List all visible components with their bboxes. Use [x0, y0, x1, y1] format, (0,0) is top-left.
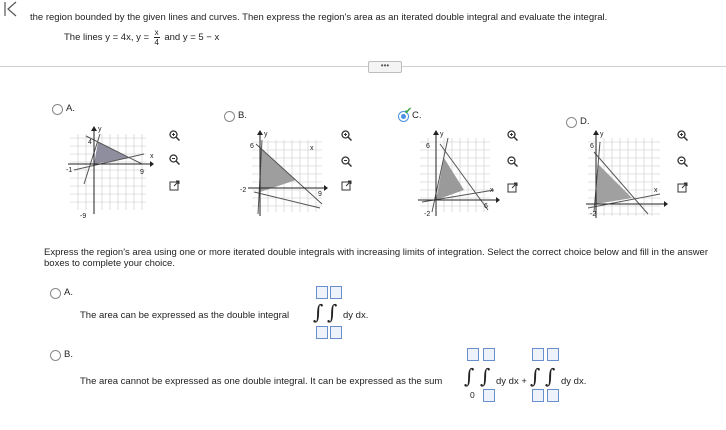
radio-answer-a[interactable] [50, 288, 61, 299]
section-divider [0, 66, 726, 67]
answer-b-first-differential: dy dx + [496, 376, 527, 387]
graph-c-x-label: x [490, 187, 494, 194]
option-c-label: C. [412, 110, 422, 121]
answer-a-differential: dy dx. [343, 310, 369, 321]
graph-c-y-label: y [440, 131, 444, 138]
graph-d-tick-y: 6 [590, 143, 594, 150]
zoom-out-icon[interactable] [677, 156, 689, 168]
integral-sign: ∫ [313, 300, 324, 324]
answer-b-first-inner-upper-box[interactable] [483, 348, 495, 361]
graph-a-x-label: x [150, 153, 154, 160]
graph-d-tick-bottom: -2 [590, 211, 596, 218]
graph-d-x-label: x [654, 187, 658, 194]
graph-b-y-label: y [264, 131, 268, 138]
radio-option-b[interactable] [224, 111, 235, 122]
graph-b-tick-neg: -2 [240, 187, 246, 194]
external-link-icon[interactable] [169, 180, 180, 191]
graph-a-tick-neg: -1 [66, 167, 72, 174]
zoom-in-icon[interactable] [677, 130, 689, 142]
answer-b-second-differential: dy dx. [561, 376, 587, 387]
graph-a-tick-y: 4 [88, 139, 92, 146]
answer-a-outer-upper-box[interactable] [316, 286, 328, 299]
graph-a-tick-x: 9 [140, 169, 144, 176]
fraction-numerator: x [153, 28, 160, 38]
region-a [94, 142, 130, 164]
integral-sign: ∫ [480, 364, 491, 388]
answer-b-first-outer-upper-box[interactable] [467, 348, 479, 361]
graph-b[interactable]: y x 6 9 -2 [232, 128, 332, 218]
chevron-left-icon [4, 1, 17, 17]
answer-b-first-inner-lower-box[interactable] [483, 389, 495, 402]
answer-a-outer-lower-box[interactable] [316, 326, 328, 339]
answer-b-second-inner-lower-box[interactable] [547, 389, 559, 402]
external-link-icon[interactable] [507, 182, 518, 193]
graph-a-y-label: y [98, 126, 102, 133]
answer-b-letter: B. [64, 349, 73, 360]
answer-a-inner-upper-box[interactable] [330, 286, 342, 299]
graph-a[interactable]: y x 4 9 -1 -9 [64, 124, 164, 220]
lines-prefix: The lines [64, 32, 103, 44]
radio-option-a[interactable] [52, 104, 63, 115]
radio-answer-b[interactable] [50, 350, 61, 361]
answer-a-letter: A. [64, 287, 73, 298]
fraction-denominator: 4 [154, 38, 159, 47]
answer-b-second-outer-upper-box[interactable] [532, 348, 544, 361]
graph-d-y-label: y [600, 131, 604, 138]
radio-option-d[interactable] [566, 117, 577, 128]
instructions-text: Express the region's area using one or m… [44, 247, 708, 269]
integral-sign: ∫ [545, 364, 556, 388]
option-a-label: A. [66, 103, 75, 114]
graph-b-tick-x: 9 [318, 191, 322, 198]
graph-c-tick-x: 6 [484, 203, 488, 210]
integral-sign: ∫ [464, 364, 475, 388]
answer-b-second-outer-lower-box[interactable] [532, 389, 544, 402]
zoom-in-icon[interactable] [169, 130, 181, 142]
zoom-out-icon[interactable] [169, 154, 181, 166]
answer-b-second-inner-upper-box[interactable] [547, 348, 559, 361]
integral-sign: ∫ [327, 300, 338, 324]
answer-a-inner-lower-box[interactable] [330, 326, 342, 339]
graph-c-tick-bottom: -2 [424, 211, 430, 218]
answer-b-text: The area cannot be expressed as one doub… [80, 376, 443, 387]
equation-1: y = 4x, [105, 32, 134, 44]
graph-b-x-label: x [310, 145, 314, 152]
equation-2-lhs: y = [136, 32, 150, 44]
answer-a-text: The area can be expressed as the double … [80, 310, 290, 321]
zoom-out-icon[interactable] [507, 156, 519, 168]
back-button[interactable] [2, 0, 20, 18]
region-b [260, 148, 296, 192]
graph-c[interactable]: y x 6 6 -2 [414, 128, 504, 218]
external-link-icon[interactable] [677, 182, 688, 193]
option-b-label: B. [238, 110, 247, 121]
graph-a-tick-bottom: -9 [80, 213, 86, 220]
equation-3: y = 5 − x [182, 32, 220, 44]
answer-b-lower-limit-zero: 0 [470, 390, 475, 400]
question-text: the region bounded by the given lines an… [30, 12, 608, 23]
lines-statement: The lines y = 4x, y = x 4 and y = 5 − x [64, 28, 219, 47]
external-link-icon[interactable] [341, 180, 352, 191]
and-word: and [164, 32, 181, 44]
zoom-out-icon[interactable] [341, 156, 353, 168]
option-d-label: D. [580, 116, 590, 127]
zoom-in-icon[interactable] [507, 130, 519, 142]
graph-b-tick-y: 6 [250, 143, 254, 150]
integral-sign: ∫ [530, 364, 541, 388]
expand-button[interactable]: ••• [368, 61, 402, 73]
graph-d[interactable]: y x 6 -2 [584, 128, 674, 218]
region-d [596, 164, 632, 204]
equation-2-fraction: x 4 [153, 28, 160, 47]
zoom-in-icon[interactable] [341, 130, 353, 142]
graph-c-tick-y: 6 [426, 143, 430, 150]
